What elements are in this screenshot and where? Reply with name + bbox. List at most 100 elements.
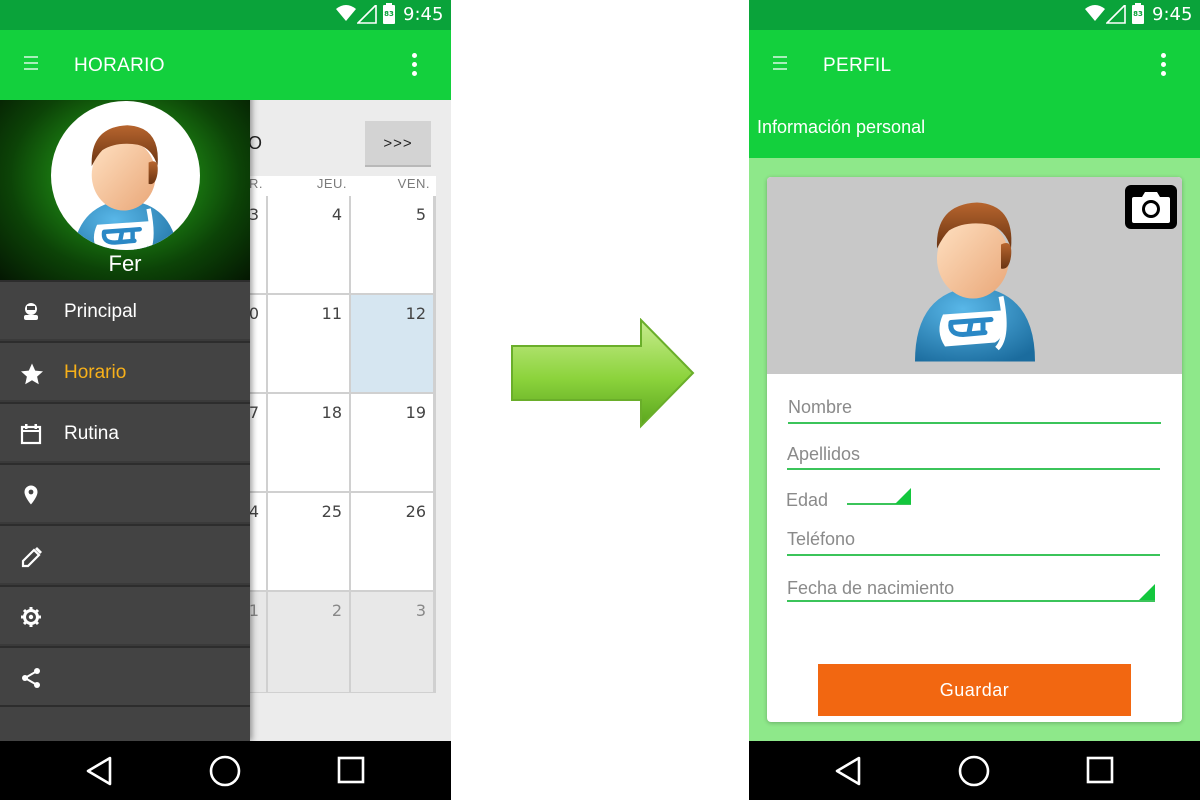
section-header: Información personal [749, 100, 1200, 158]
drawer-item-edit[interactable] [0, 524, 250, 583]
toolbar: PERFIL [749, 30, 1200, 100]
nombre-field[interactable]: Nombre [788, 397, 852, 418]
edad-label: Edad [786, 490, 829, 510]
menu-icon[interactable] [773, 56, 787, 74]
fecha-underline [787, 600, 1155, 602]
day-number: 3 [248, 205, 259, 224]
edad-spinner-icon[interactable] [895, 488, 911, 504]
calendar-day-headers: R. JEU. VEN. [240, 176, 436, 196]
system-nav-bar [0, 741, 451, 800]
calendar-cell[interactable]: 11 [268, 295, 349, 392]
apellidos-underline [787, 468, 1160, 470]
profile-avatar-icon [905, 184, 1045, 369]
day-number: 4 [248, 502, 259, 521]
telefono-underline [787, 554, 1160, 556]
profile-card: Nombre Apellidos Edad Teléfono Fecha de … [767, 177, 1182, 722]
calendar-cell[interactable]: 18 [268, 394, 349, 491]
calendar-grid: 3 4 5 0 11 12 7 18 19 4 25 26 1 2 3 [240, 196, 436, 693]
day-number: 4 [331, 205, 342, 224]
drawer-item-rutina[interactable]: Rutina [0, 402, 250, 461]
avatar[interactable] [51, 101, 200, 250]
person-icon [20, 301, 42, 323]
calendar-cell-today[interactable]: 12 [351, 295, 433, 392]
drawer-footer [0, 705, 250, 741]
telefono-field[interactable]: Teléfono [787, 529, 855, 550]
section-title: Información personal [757, 117, 926, 137]
calendar-month-label: O [248, 133, 263, 153]
drawer-item-location[interactable] [0, 463, 250, 522]
calendar-cell[interactable]: 19 [351, 394, 433, 491]
drawer-item-settings[interactable] [0, 585, 250, 644]
left-phone-screen: O >>> R. JEU. VEN. 3 4 5 0 11 12 7 18 19… [0, 0, 451, 800]
day-number: 25 [321, 502, 342, 521]
save-button[interactable]: Guardar [818, 664, 1131, 716]
camera-icon [1132, 192, 1170, 223]
day-number: 19 [405, 403, 426, 422]
drawer-item-share[interactable] [0, 646, 250, 705]
status-time: 9:45 [403, 4, 444, 25]
day-header: JEU. [316, 176, 347, 191]
calendar-cell[interactable]: 5 [351, 196, 433, 293]
toolbar: HORARIO [0, 30, 451, 100]
nombre-underline [788, 422, 1161, 424]
day-number: 1 [248, 601, 259, 620]
profile-photo-area[interactable] [767, 177, 1182, 374]
fecha-dropdown-icon[interactable] [1139, 584, 1155, 600]
status-bar: 83 9:45 [0, 0, 451, 30]
system-nav-bar [749, 741, 1200, 800]
signal-icon [357, 5, 377, 24]
transition-arrow-icon [511, 318, 695, 429]
user-name: Fer [108, 251, 142, 276]
share-icon [20, 667, 42, 689]
star-icon [20, 362, 43, 385]
fecha-nacimiento-field[interactable]: Fecha de nacimiento [787, 578, 954, 599]
drawer-item-label: Rutina [64, 423, 119, 444]
more-options-icon[interactable] [412, 53, 418, 79]
day-number: 2 [331, 601, 342, 620]
calendar-cell[interactable]: 26 [351, 493, 433, 590]
apellidos-field[interactable]: Apellidos [787, 444, 860, 465]
back-icon[interactable] [84, 755, 114, 787]
drawer-item-horario[interactable]: Horario [0, 341, 250, 400]
next-month-button[interactable]: >>> [365, 121, 431, 167]
back-icon[interactable] [833, 755, 863, 787]
page-title: HORARIO [74, 55, 165, 76]
signal-icon [1106, 5, 1126, 24]
calendar-cell[interactable]: 4 [268, 196, 349, 293]
day-number: 12 [405, 304, 426, 323]
more-options-icon[interactable] [1161, 53, 1167, 79]
calendar-cell[interactable]: 25 [268, 493, 349, 590]
home-icon[interactable] [958, 755, 990, 787]
menu-icon[interactable] [24, 56, 38, 74]
drawer-item-label: Horario [64, 362, 127, 383]
status-bar: 83 9:45 [749, 0, 1200, 30]
navigation-drawer: Fer Principal Horario Rutina [0, 92, 250, 741]
right-phone-screen: 83 9:45 PERFIL Información personal Nomb… [749, 0, 1200, 800]
recents-icon[interactable] [337, 755, 365, 785]
wifi-icon [336, 5, 356, 21]
drawer-header: Fer [0, 92, 250, 280]
recents-icon[interactable] [1086, 755, 1114, 785]
day-number: 3 [415, 601, 426, 620]
day-number: 26 [405, 502, 426, 521]
battery-icon: 83 [383, 3, 395, 24]
status-time: 9:45 [1152, 4, 1193, 25]
wifi-icon [1085, 5, 1105, 21]
edit-icon [20, 545, 42, 568]
drawer-item-principal[interactable]: Principal [0, 280, 250, 339]
home-icon[interactable] [209, 755, 241, 787]
day-number: 5 [415, 205, 426, 224]
day-header: VEN. [397, 176, 430, 191]
camera-button[interactable] [1125, 185, 1177, 229]
day-number: 7 [248, 403, 259, 422]
calendar-cell[interactable]: 2 [268, 592, 349, 692]
location-icon [20, 484, 42, 506]
calendar-icon [20, 423, 42, 445]
drawer-item-label: Principal [64, 301, 137, 322]
settings-icon [20, 606, 42, 628]
profile-content: Información personal Nombre Apellidos Ed… [749, 100, 1200, 741]
page-title: PERFIL [823, 55, 892, 76]
battery-icon: 83 [1132, 3, 1144, 24]
calendar-cell[interactable]: 3 [351, 592, 433, 692]
day-number: 0 [248, 304, 259, 323]
